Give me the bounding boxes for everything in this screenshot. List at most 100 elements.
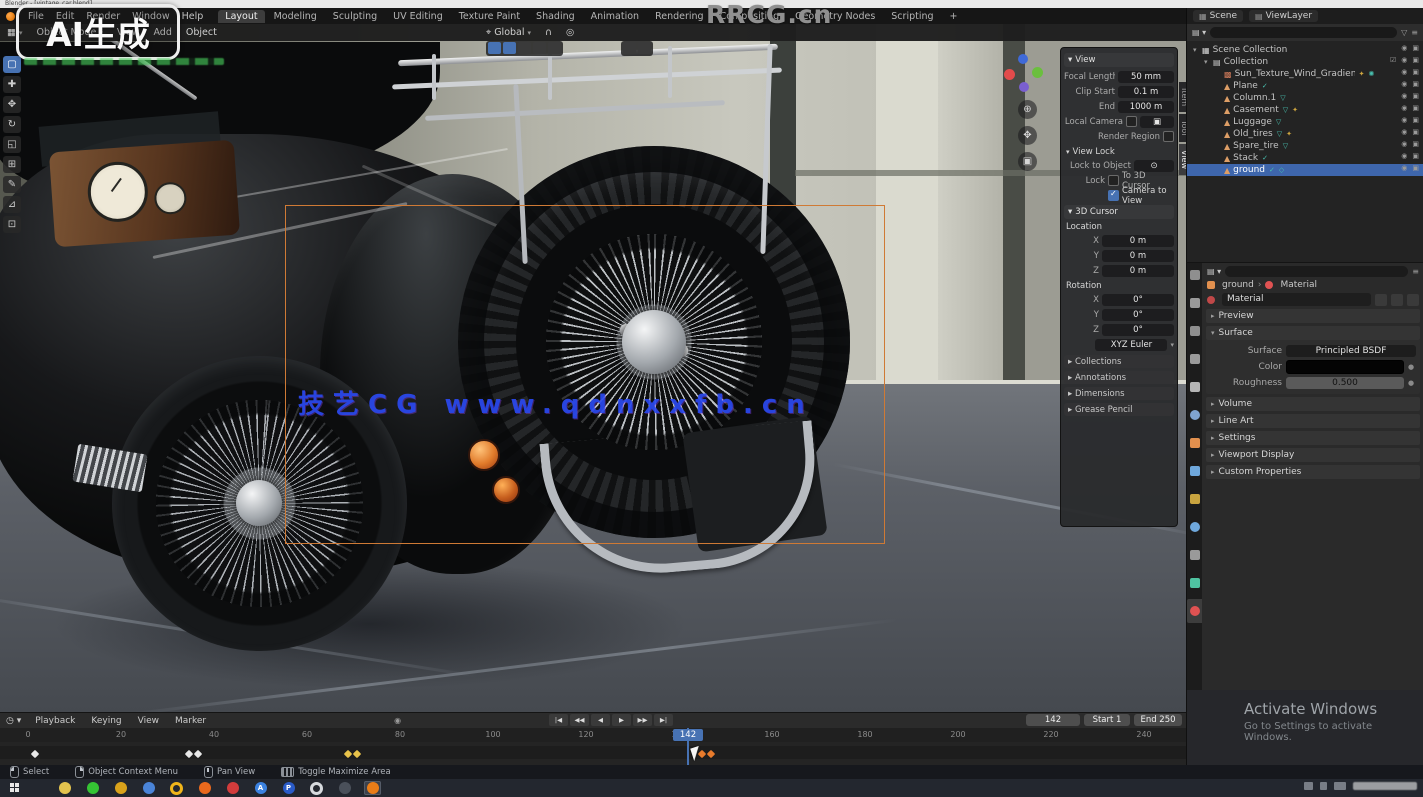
taskbar-app-app-gold[interactable] <box>112 781 129 795</box>
properties-tab-physics[interactable] <box>1187 515 1202 539</box>
workspace-tab-rendering[interactable]: Rendering <box>648 10 711 23</box>
camera-view-button[interactable]: ▣ <box>1018 152 1037 171</box>
view-layer-selector[interactable]: ▤ViewLayer <box>1249 10 1318 22</box>
npanel-section-annotations[interactable]: ▸ Annotations <box>1064 371 1174 384</box>
lock-camera-to-view-checkbox[interactable] <box>1108 190 1119 201</box>
timeline-menu-view[interactable]: View <box>130 716 167 726</box>
timeline-menu-playback[interactable]: Playback <box>27 716 83 726</box>
filter-funnel-icon[interactable]: ▽ <box>1401 28 1407 37</box>
roughness-slider[interactable]: 0.500 <box>1286 377 1404 389</box>
taskbar-app-explorer[interactable] <box>56 781 73 795</box>
properties-tab-particles[interactable] <box>1187 487 1202 511</box>
workspace-tab-animation[interactable]: Animation <box>584 10 646 23</box>
timeline-keyframe-channel[interactable] <box>0 742 1186 766</box>
outliner-row-sun-texture-wind-gradient[interactable]: ▩Sun_Texture_Wind_Gradient✦✺◉▣ <box>1187 68 1423 80</box>
rotate-tool[interactable]: ↻ <box>3 116 21 133</box>
outliner-row-stack[interactable]: ▲Stack✓◉▣ <box>1187 152 1423 164</box>
annotate-tool[interactable]: ✎ <box>3 176 21 193</box>
npanel-section-collections[interactable]: ▸ Collections <box>1064 355 1174 368</box>
timeline-ruler[interactable]: 020406080100120140160180200220240 <box>0 728 1186 742</box>
cursor-loc-x[interactable]: 0 m <box>1102 235 1174 247</box>
shading-wireframe-toggle[interactable] <box>533 42 546 54</box>
unlink-material-button[interactable] <box>1391 294 1403 306</box>
hide-eye-icon[interactable]: ◉ <box>1401 68 1407 76</box>
npanel-view-header[interactable]: ▾View <box>1064 53 1174 67</box>
viewport-3d-scene[interactable]: 技艺CG www.qdnxxfb.cn <box>0 24 1186 712</box>
workspace-tab-sculpting[interactable]: Sculpting <box>326 10 384 23</box>
breadcrumb-object[interactable]: ground <box>1222 280 1254 290</box>
workspace-tab-item[interactable]: + <box>943 10 965 23</box>
material-name-field[interactable]: Material <box>1222 293 1371 306</box>
new-material-button[interactable] <box>1375 294 1387 306</box>
properties-tab-object[interactable] <box>1187 431 1202 455</box>
outliner-row-plane[interactable]: ▲Plane✓◉▣ <box>1187 80 1423 92</box>
properties-editor-icon[interactable]: ▤ ▾ <box>1207 267 1221 276</box>
workspace-tab-scripting[interactable]: Scripting <box>884 10 940 23</box>
jump-to-end-button[interactable]: ▶| <box>654 714 673 726</box>
taskbar-app-app-orange[interactable] <box>196 781 213 795</box>
disable-render-camera-icon[interactable]: ▣ <box>1412 68 1419 76</box>
gizmo-axis-z[interactable] <box>1018 54 1028 64</box>
outliner-options-icon[interactable]: ≡ <box>1411 28 1418 37</box>
blender-logo-icon[interactable] <box>6 12 15 21</box>
section-settings[interactable]: ▸Settings <box>1206 431 1420 445</box>
cursor-rot-z[interactable]: 0° <box>1102 324 1174 336</box>
focal-length-field[interactable]: 50 mm <box>1118 71 1174 83</box>
add-primitive-tool[interactable]: ⊡ <box>3 216 21 233</box>
gizmo-axis-x[interactable] <box>1004 69 1015 80</box>
hide-eye-icon[interactable]: ◉ <box>1401 92 1407 100</box>
current-frame-field[interactable]: 142 <box>1026 714 1080 726</box>
disable-render-camera-icon[interactable]: ▣ <box>1412 104 1419 112</box>
npanel-section-grease-pencil[interactable]: ▸ Grease Pencil <box>1064 403 1174 416</box>
properties-tab-scene[interactable] <box>1187 375 1202 399</box>
local-camera-checkbox[interactable] <box>1126 116 1137 127</box>
hide-eye-icon[interactable]: ◉ <box>1401 44 1407 52</box>
workspace-tab-layout[interactable]: Layout <box>218 10 264 23</box>
outliner-row-scene-collection[interactable]: ▾▦Scene Collection◉▣ <box>1187 44 1423 56</box>
properties-tab-output[interactable] <box>1187 319 1202 343</box>
hide-eye-icon[interactable]: ◉ <box>1401 104 1407 112</box>
disable-render-camera-icon[interactable]: ▣ <box>1412 44 1419 52</box>
timeline-menu-keying[interactable]: Keying <box>83 716 129 726</box>
measure-tool[interactable]: ⊿ <box>3 196 21 213</box>
move-tool[interactable]: ✥ <box>3 96 21 113</box>
hide-eye-icon[interactable]: ◉ <box>1401 80 1407 88</box>
disable-render-camera-icon[interactable]: ▣ <box>1412 116 1419 124</box>
properties-tab-material[interactable] <box>1187 599 1202 623</box>
breadcrumb-material[interactable]: Material <box>1280 280 1317 290</box>
scale-tool[interactable]: ◱ <box>3 136 21 153</box>
playhead-frame-badge[interactable]: 142 <box>673 729 703 741</box>
disable-render-camera-icon[interactable]: ▣ <box>1412 128 1419 136</box>
play-reverse-button[interactable]: ◀ <box>591 714 610 726</box>
clip-end-field[interactable]: 1000 m <box>1118 101 1174 113</box>
properties-filter-icon[interactable]: ≡ <box>1412 267 1419 276</box>
taskbar-app-steam[interactable] <box>308 781 325 795</box>
tray-battery-icon[interactable] <box>1334 782 1346 790</box>
section-volume[interactable]: ▸Volume <box>1206 397 1420 411</box>
show-overlays-toggle[interactable] <box>503 42 516 54</box>
local-camera-field[interactable]: ▣ <box>1140 116 1174 128</box>
workspace-tab-shading[interactable]: Shading <box>529 10 582 23</box>
outliner-search-input[interactable] <box>1210 27 1397 38</box>
outliner-row-column-1[interactable]: ▲Column.1▽◉▣ <box>1187 92 1423 104</box>
navigation-gizmo[interactable] <box>1004 54 1044 94</box>
snap-magnet-icon[interactable]: ∩ <box>538 27 559 38</box>
section-surface[interactable]: ▾Surface <box>1206 326 1420 340</box>
outliner-row-old-tires[interactable]: ▲Old_tires▽✦◉▣ <box>1187 128 1423 140</box>
render-region-checkbox[interactable] <box>1163 131 1174 142</box>
hide-eye-icon[interactable]: ◉ <box>1401 152 1407 160</box>
disable-render-camera-icon[interactable]: ▣ <box>1412 92 1419 100</box>
surface-shader-dropdown[interactable]: Principled BSDF <box>1286 345 1416 357</box>
taskbar-app-blender[interactable] <box>364 781 381 795</box>
jump-to-next-keyframe-button[interactable]: ▶▶ <box>633 714 652 726</box>
disable-render-camera-icon[interactable]: ▣ <box>1412 140 1419 148</box>
viewport-3d[interactable]: 技艺CG www.qdnxxfb.cn ▦ ▾ Object Mode ▾ Vi… <box>0 24 1186 712</box>
cursor-rot-y[interactable]: 0° <box>1102 309 1174 321</box>
clip-start-field[interactable]: 0.1 m <box>1118 86 1174 98</box>
properties-tab-tool[interactable] <box>1187 263 1202 287</box>
auto-keying-icon[interactable]: ◉ <box>394 716 401 725</box>
taskbar-app-app-dark[interactable] <box>336 781 353 795</box>
base-color-swatch[interactable] <box>1286 360 1404 374</box>
npanel-section-dimensions[interactable]: ▸ Dimensions <box>1064 387 1174 400</box>
xray-toggle[interactable] <box>518 42 531 54</box>
